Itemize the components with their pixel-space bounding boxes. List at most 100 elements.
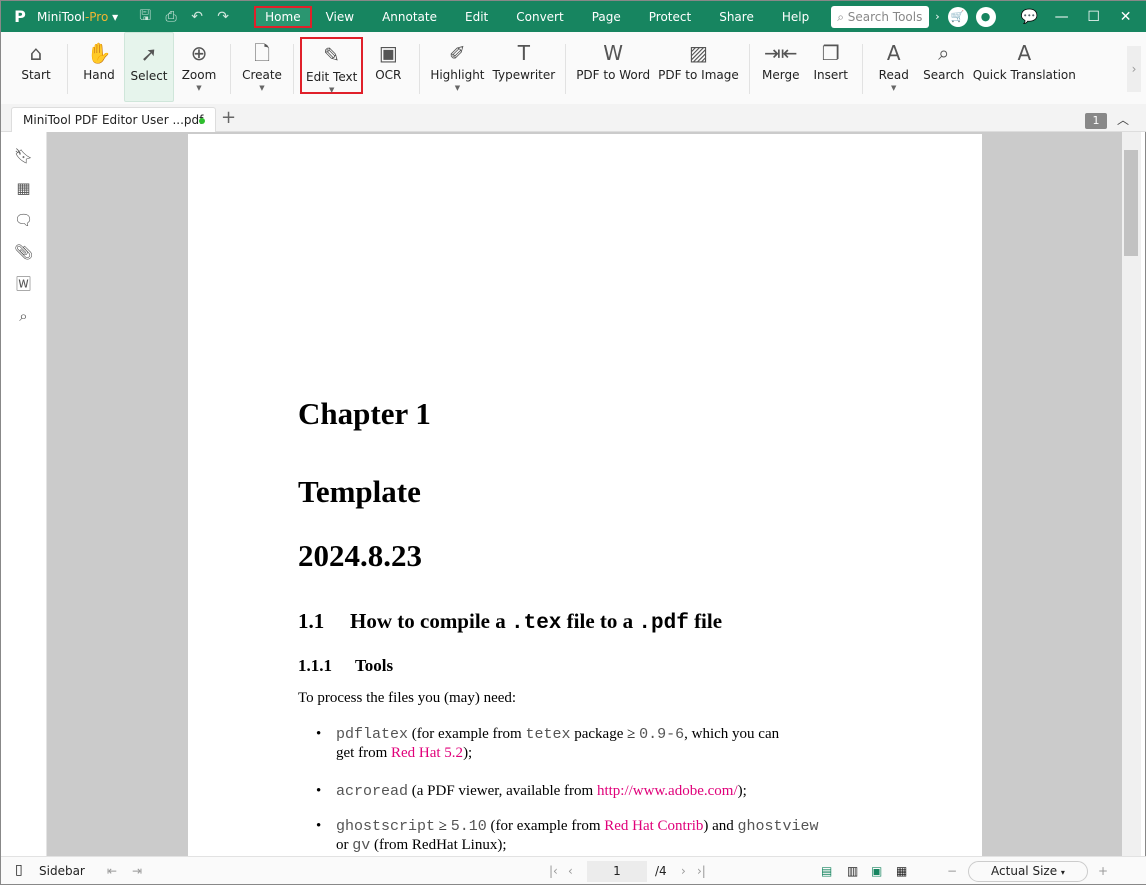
search-tools-input[interactable]: ⌕ Search Tools <box>831 5 930 28</box>
search-icon[interactable]: ⌕ <box>1 300 46 332</box>
chevron-right-icon[interactable]: › <box>935 10 939 23</box>
status-bar: ▯ Sidebar ⇤ ⇥ |‹ ‹ 1 /4 › ›| ▤ ▥ ▣ ▦ − A… <box>1 856 1146 884</box>
tool-select[interactable]: ➚ Select <box>124 32 174 102</box>
close-icon[interactable]: ✕ <box>1110 9 1142 25</box>
tool-pdf-to-image[interactable]: ▨ PDF to Image <box>654 32 743 102</box>
scrollbar-thumb[interactable] <box>1124 150 1138 256</box>
page-number-input[interactable]: 1 <box>587 861 647 882</box>
two-page-scroll-icon[interactable]: ▦ <box>896 864 907 878</box>
list-item: • ghostscript ≥ 5.10 (for example from Re… <box>316 818 819 854</box>
ocr-icon: ▣ <box>378 41 398 65</box>
zoom-in-icon[interactable]: + <box>1098 864 1108 878</box>
menu-page[interactable]: Page <box>578 6 635 28</box>
tool-label: Select <box>130 69 168 83</box>
maximize-icon[interactable]: ☐ <box>1078 9 1110 25</box>
code: gv <box>352 837 371 854</box>
tool-merge[interactable]: ⇥⇤ Merge <box>756 32 806 102</box>
tool-quick-translation[interactable]: A Quick Translation <box>969 32 1080 102</box>
bookmark-icon[interactable]: 🔖︎ <box>1 140 46 172</box>
tool-search[interactable]: ⌕ Search <box>919 32 969 102</box>
vertical-scrollbar[interactable] <box>1122 132 1141 856</box>
tool-label: OCR <box>375 68 402 82</box>
scroll-view-icon[interactable]: ▣ <box>871 864 882 878</box>
comments-icon[interactable]: 🗨︎ <box>1 204 46 236</box>
attachment-icon[interactable]: 📎︎ <box>1 236 46 268</box>
menu-protect[interactable]: Protect <box>635 6 705 28</box>
dropdown-arrow-icon[interactable]: ▼ <box>455 84 460 92</box>
tool-ocr[interactable]: ▣ OCR <box>363 32 413 102</box>
collapse-chevron-icon[interactable]: ︿ <box>1117 111 1129 128</box>
dropdown-arrow-icon[interactable]: ▼ <box>196 84 201 92</box>
cart-icon[interactable]: 🛒 <box>947 6 968 27</box>
tool-pdf-to-word[interactable]: W PDF to Word <box>572 32 654 102</box>
next-page-icon[interactable]: › <box>681 864 686 878</box>
code: ghostview <box>737 818 819 835</box>
minimize-icon[interactable]: — <box>1046 9 1078 25</box>
forward-icon[interactable]: ⇥ <box>132 864 142 878</box>
sidebar-toggle-icon[interactable]: ▯ <box>15 862 23 878</box>
left-sidebar: 🔖︎ ▦ 🗨︎ 📎︎ 🅆 ⌕ <box>1 132 47 856</box>
zoom-value: Actual Size <box>991 864 1058 878</box>
word-icon[interactable]: 🅆 <box>1 268 46 300</box>
text: or <box>336 837 353 853</box>
last-page-icon[interactable]: ›| <box>697 864 706 878</box>
text: ); <box>737 783 747 799</box>
toolbar-divider <box>230 44 231 94</box>
link[interactable]: Red Hat 5.2 <box>391 745 463 761</box>
first-page-icon[interactable]: |‹ <box>549 864 558 878</box>
ribbon-toolbar: ⌂ Start ✋ Hand ➚ Select ⊕ Zoom ▼ 🗋 Create ▼ ✎ Edit Te… <box>1 32 1146 104</box>
redo-icon[interactable]: ↷ <box>210 9 236 25</box>
link[interactable]: Red Hat Contrib <box>604 818 703 834</box>
zoom-out-icon[interactable]: − <box>947 864 957 878</box>
tool-start[interactable]: ⌂ Start <box>11 32 61 102</box>
feedback-icon[interactable]: 💬 <box>1014 9 1046 25</box>
insert-page-icon: ❐ <box>821 41 840 65</box>
menu-view[interactable]: View <box>312 6 368 28</box>
print-icon[interactable]: ⎙ <box>158 9 184 25</box>
undo-icon[interactable]: ↶ <box>184 9 210 25</box>
dropdown-arrow-icon[interactable]: ▼ <box>329 86 334 94</box>
code: 5.10 <box>450 818 487 835</box>
tool-insert[interactable]: ❐ Insert <box>806 32 856 102</box>
tool-create[interactable]: 🗋 Create ▼ <box>237 32 287 102</box>
app-name[interactable]: MiniTool-Pro ▾ <box>37 10 118 24</box>
two-page-view-icon[interactable]: ▥ <box>847 864 858 878</box>
link[interactable]: http://www.adobe.com/ <box>597 783 738 799</box>
toolbar-scroll-right-icon[interactable]: › <box>1127 46 1141 92</box>
create-file-icon: 🗋 <box>253 41 271 65</box>
single-page-view-icon[interactable]: ▤ <box>821 864 832 878</box>
new-tab-button[interactable]: + <box>221 107 236 128</box>
user-avatar-icon[interactable]: ● <box>975 6 996 27</box>
menu-edit[interactable]: Edit <box>451 6 502 28</box>
zoom-select[interactable]: Actual Size ▾ <box>968 861 1088 882</box>
text: get from <box>336 745 391 761</box>
tool-hand[interactable]: ✋ Hand <box>74 32 124 102</box>
typewriter-icon: T <box>517 41 530 65</box>
dropdown-arrow-icon[interactable]: ▼ <box>259 84 264 92</box>
code: tetex <box>525 726 571 743</box>
menu-annotate[interactable]: Annotate <box>368 6 451 28</box>
menu-convert[interactable]: Convert <box>502 6 577 28</box>
sidebar-label[interactable]: Sidebar <box>39 864 85 878</box>
prev-page-icon[interactable]: ‹ <box>568 864 573 878</box>
tool-highlight[interactable]: ✐ Highlight ▼ <box>426 32 488 102</box>
back-icon[interactable]: ⇤ <box>107 864 117 878</box>
dropdown-arrow-icon[interactable]: ▼ <box>891 84 896 92</box>
menu-share[interactable]: Share <box>705 6 768 28</box>
code: pdflatex <box>336 726 409 743</box>
subsection-number: 1.1.1 <box>298 656 332 675</box>
tool-zoom[interactable]: ⊕ Zoom ▼ <box>174 32 224 102</box>
section-heading: 1.1 How to compile a .tex file to a .pdf … <box>298 609 722 635</box>
menu-home[interactable]: Home <box>254 5 312 28</box>
tool-read[interactable]: A Read ▼ <box>869 32 919 102</box>
save-icon[interactable]: 🖫 <box>132 5 158 29</box>
toolbar-divider <box>861 44 863 94</box>
menu-help[interactable]: Help <box>768 6 823 28</box>
section-code: .pdf <box>638 612 689 635</box>
tool-edit-text[interactable]: ✎ Edit Text ▼ <box>300 37 364 94</box>
app-logo-icon: P <box>14 7 26 26</box>
page-total: /4 <box>655 864 667 878</box>
document-tab[interactable]: MiniTool PDF Editor User ...pdf <box>11 107 216 132</box>
thumbnails-icon[interactable]: ▦ <box>1 172 46 204</box>
tool-typewriter[interactable]: T Typewriter <box>489 32 560 102</box>
